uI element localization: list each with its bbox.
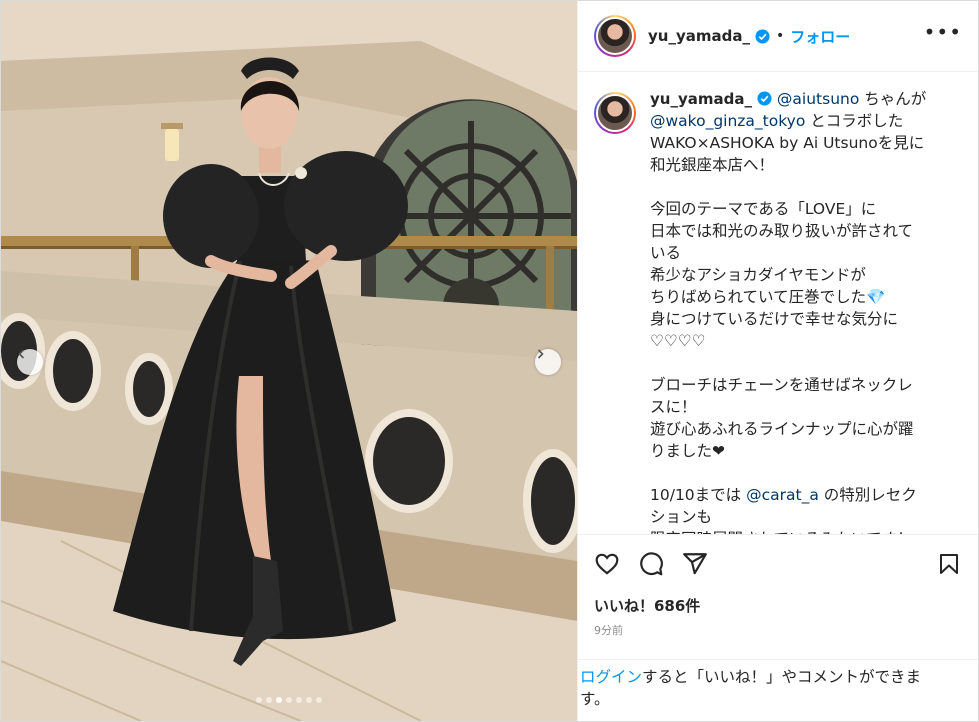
carousel-dot xyxy=(316,697,322,703)
carousel-dot xyxy=(266,697,272,703)
post-timestamp[interactable]: 9分前 xyxy=(578,622,978,638)
chevron-right-icon xyxy=(537,349,544,359)
mention-link[interactable]: @wako_ginza_tokyo xyxy=(650,112,805,130)
username-link[interactable]: yu_yamada_ xyxy=(648,27,750,45)
caption-avatar[interactable] xyxy=(594,92,636,134)
separator-dot: • xyxy=(775,28,785,44)
login-link[interactable]: ログイン xyxy=(580,668,642,686)
share-icon[interactable] xyxy=(680,549,710,579)
caption-section: yu_yamada_ @aiutsuno ちゃんが @wako_ginza_to… xyxy=(578,72,978,535)
caption-text: ちゃんが xyxy=(864,90,927,108)
carousel-next-button[interactable] xyxy=(535,349,561,375)
carousel-dot xyxy=(256,697,262,703)
post-dialog: yu_yamada_ • フォロー ••• yu_yamada_ @aiutsu… xyxy=(0,0,979,722)
avatar[interactable] xyxy=(594,15,636,57)
heart-icon[interactable] xyxy=(592,549,622,579)
chevron-left-icon xyxy=(18,349,25,359)
login-prompt: ログインすると「いいね！」やコメントができま す。 xyxy=(578,659,978,721)
mention-link[interactable]: @carat_a xyxy=(746,486,819,504)
carousel-dot xyxy=(276,697,282,703)
mention-link[interactable]: @aiutsuno xyxy=(777,90,859,108)
photo-illustration xyxy=(1,1,577,721)
carousel-dot xyxy=(296,697,302,703)
caption-text: とコラボした WAKO×ASHOKA by Ai Utsunoを見に 和光銀座本… xyxy=(650,112,925,504)
carousel-prev-button[interactable] xyxy=(17,349,43,375)
bookmark-icon[interactable] xyxy=(934,549,964,579)
verified-badge-icon xyxy=(757,91,772,106)
avatar-image xyxy=(596,17,634,55)
post-side-panel: yu_yamada_ • フォロー ••• yu_yamada_ @aiutsu… xyxy=(577,1,978,721)
likes-count[interactable]: いいね！686件 xyxy=(578,595,978,616)
more-options-icon[interactable]: ••• xyxy=(924,20,962,52)
verified-badge-icon xyxy=(755,28,770,44)
comment-icon[interactable] xyxy=(636,549,666,579)
follow-button[interactable]: フォロー xyxy=(790,26,850,47)
carousel-indicator xyxy=(1,697,577,703)
caption-username-link[interactable]: yu_yamada_ xyxy=(650,90,752,108)
action-bar xyxy=(578,535,978,593)
post-photo[interactable] xyxy=(1,1,577,721)
carousel-dot xyxy=(286,697,292,703)
avatar-image xyxy=(596,94,634,132)
post-caption: yu_yamada_ @aiutsuno ちゃんが @wako_ginza_to… xyxy=(650,88,926,534)
carousel-dot xyxy=(306,697,312,703)
post-header: yu_yamada_ • フォロー ••• xyxy=(578,1,978,72)
